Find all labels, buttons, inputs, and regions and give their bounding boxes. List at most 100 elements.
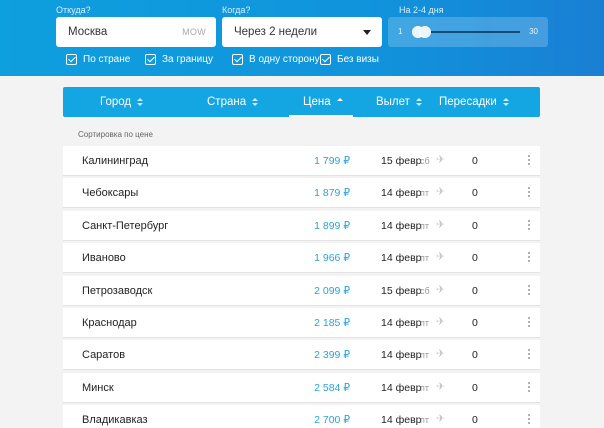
checkbox-checked-icon[interactable]: [320, 54, 331, 65]
more-vertical-icon[interactable]: [528, 317, 531, 329]
plane-icon: ✈: [436, 283, 446, 296]
result-row[interactable]: Саратов 2 399 ₽ 14 февр пт ✈ 0: [63, 340, 540, 371]
transfers-count: 0: [472, 381, 478, 394]
price: 1 899 ₽: [314, 219, 350, 232]
search-header: Откуда? Москва MOW Когда? Через 2 недели…: [0, 0, 604, 76]
tab-label: Цена: [303, 96, 331, 108]
tab-transfers[interactable]: Пересадки: [439, 87, 509, 117]
filter-domestic[interactable]: По стране: [66, 54, 130, 65]
departure-date: 14 февр: [381, 317, 422, 329]
checkbox-checked-icon[interactable]: [232, 54, 243, 65]
transfers-count: 0: [472, 414, 478, 427]
result-row[interactable]: Петрозаводск 2 099 ₽ 15 февр сб ✈ 0: [63, 275, 540, 306]
tab-label: Вылет: [376, 96, 410, 108]
weekday: пт: [420, 220, 429, 231]
transfers-count: 0: [472, 317, 478, 329]
active-tab-underline: [289, 115, 353, 117]
city-name: Чебоксары: [82, 187, 139, 200]
more-vertical-icon[interactable]: [528, 414, 531, 426]
plane-icon: ✈: [436, 348, 446, 361]
city-name: Иваново: [82, 252, 126, 265]
plane-icon: ✈: [436, 380, 446, 393]
filter-visa-free[interactable]: Без визы: [320, 54, 379, 65]
result-row[interactable]: Чебоксары 1 879 ₽ 14 февр пт ✈ 0: [63, 178, 540, 209]
filter-label: В одну сторону: [249, 54, 320, 65]
result-row[interactable]: Иваново 1 966 ₽ 14 февр пт ✈ 0: [63, 243, 540, 274]
city-name: Санкт-Петербург: [82, 219, 169, 232]
departure-date: 14 февр: [381, 252, 422, 265]
price: 1 799 ₽: [314, 155, 350, 167]
plane-icon: ✈: [436, 316, 446, 328]
tab-label: Город: [100, 96, 132, 108]
slider-handle-max[interactable]: [418, 26, 431, 38]
result-row[interactable]: Краснодар 2 185 ₽ 14 февр пт ✈ 0: [63, 308, 540, 338]
transfers-count: 0: [472, 219, 478, 232]
transfers-count: 0: [472, 349, 478, 362]
filter-one-way[interactable]: В одну сторону: [232, 54, 320, 65]
departure-date: 15 февр: [381, 284, 422, 297]
departure-date: 14 февр: [381, 414, 422, 427]
more-vertical-icon[interactable]: [528, 381, 531, 394]
transfers-count: 0: [472, 155, 478, 167]
filter-label: За границу: [162, 54, 213, 65]
city-name: Владикавказ: [82, 414, 148, 427]
from-code: MOW: [182, 27, 206, 37]
result-row[interactable]: Владикавказ 2 700 ₽ 14 февр пт ✈ 0: [63, 405, 540, 428]
sort-arrows-icon: [502, 97, 509, 107]
weekday: сб: [420, 156, 430, 166]
weekday: пт: [420, 253, 429, 264]
tab-country[interactable]: Страна: [207, 87, 259, 117]
result-row[interactable]: Минск 2 584 ₽ 14 февр пт ✈ 0: [63, 372, 540, 403]
filter-abroad[interactable]: За границу: [145, 54, 213, 65]
plane-icon: ✈: [436, 413, 446, 426]
from-field[interactable]: Москва MOW: [56, 17, 216, 47]
tab-label: Страна: [207, 96, 247, 108]
price: 1 966 ₽: [314, 252, 350, 265]
duration-slider[interactable]: 1 30: [388, 17, 548, 47]
plane-icon: ✈: [436, 186, 446, 199]
checkbox-checked-icon[interactable]: [66, 54, 77, 65]
chevron-down-icon: [363, 30, 371, 35]
plane-icon: ✈: [436, 218, 446, 231]
sort-arrows-icon: [137, 97, 144, 107]
price: 2 399 ₽: [314, 349, 350, 362]
departure-date: 14 февр: [381, 219, 422, 232]
price: 2 584 ₽: [314, 381, 350, 394]
filter-label: Без визы: [337, 54, 379, 65]
departure-date: 14 февр: [381, 349, 422, 362]
sort-note: Сортировка по цене: [78, 130, 153, 139]
tab-departure[interactable]: Вылет: [376, 87, 422, 117]
when-select[interactable]: Через 2 недели: [222, 17, 382, 47]
transfers-count: 0: [472, 284, 478, 297]
more-vertical-icon[interactable]: [528, 155, 531, 167]
weekday: пт: [420, 415, 429, 426]
more-vertical-icon[interactable]: [528, 349, 531, 361]
weekday: сб: [420, 285, 430, 296]
sort-arrows-icon: [336, 97, 343, 107]
city-name: Минск: [82, 381, 114, 394]
departure-date: 14 февр: [381, 187, 422, 200]
tab-price[interactable]: Цена: [303, 87, 343, 117]
tab-city[interactable]: Город: [100, 87, 144, 117]
result-row[interactable]: Калининград 1 799 ₽ 15 февр сб ✈ 0: [63, 146, 540, 176]
from-value: Москва: [68, 26, 108, 38]
city-name: Петрозаводск: [82, 284, 153, 297]
departure-date: 15 февр: [381, 155, 422, 167]
checkbox-checked-icon[interactable]: [145, 54, 156, 65]
filter-label: По стране: [83, 54, 131, 65]
more-vertical-icon[interactable]: [528, 187, 531, 199]
weekday: пт: [420, 188, 429, 199]
from-label: Откуда?: [56, 5, 91, 15]
sort-tabs: Город Страна Цена Вылет Пересадки: [63, 87, 540, 117]
more-vertical-icon[interactable]: [528, 252, 531, 264]
when-value: Через 2 недели: [234, 26, 318, 38]
city-name: Калининград: [82, 155, 149, 167]
weekday: пт: [420, 382, 429, 393]
result-row[interactable]: Санкт-Петербург 1 899 ₽ 14 февр пт ✈ 0: [63, 210, 540, 241]
more-vertical-icon[interactable]: [528, 219, 531, 232]
price: 2 700 ₽: [314, 414, 350, 427]
departure-date: 14 февр: [381, 381, 422, 394]
more-vertical-icon[interactable]: [528, 284, 531, 297]
tab-label: Пересадки: [439, 96, 497, 108]
city-name: Краснодар: [82, 317, 137, 329]
